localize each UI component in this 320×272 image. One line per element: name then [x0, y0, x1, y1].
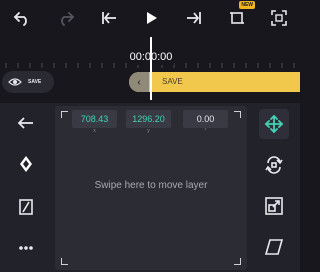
swipe-hint-text: Swipe here to move layer	[94, 180, 208, 191]
rotate-tool-button[interactable]	[259, 150, 289, 180]
layer-track-label: SAVE	[162, 77, 183, 86]
fullscreen-icon	[271, 10, 287, 26]
skew-tool-button[interactable]	[259, 232, 289, 262]
skew-icon	[264, 239, 284, 255]
right-tool-column	[250, 103, 300, 272]
play-icon	[147, 12, 157, 24]
more-icon	[19, 246, 33, 250]
visibility-label: SAVE	[28, 79, 42, 85]
scale-tool-button[interactable]	[259, 191, 289, 221]
move-tool-button[interactable]	[259, 109, 289, 139]
skip-back-button[interactable]	[95, 4, 123, 32]
position-y-field[interactable]: 1296.20	[126, 110, 171, 128]
more-options-button[interactable]	[12, 234, 40, 262]
top-toolbar: NEW	[0, 0, 300, 36]
playhead[interactable]	[150, 37, 152, 100]
move-icon	[264, 114, 284, 134]
skip-forward-icon	[187, 12, 201, 24]
undo-button[interactable]	[8, 4, 36, 32]
rotation-field[interactable]: 0.00	[183, 110, 228, 128]
crop-button[interactable]	[12, 193, 40, 221]
back-button[interactable]	[12, 109, 40, 137]
visibility-toggle[interactable]: SAVE	[2, 71, 54, 93]
keyframe-toggle-button[interactable]	[12, 150, 40, 178]
layer-track[interactable]	[129, 72, 300, 92]
skip-back-icon	[102, 12, 116, 24]
undo-icon	[13, 12, 27, 26]
corner-mark	[234, 258, 241, 265]
corner-mark	[61, 258, 68, 265]
rotation-caption: °	[204, 128, 207, 134]
rotate-icon	[265, 156, 283, 174]
corner-mark	[234, 111, 241, 118]
eye-icon	[8, 78, 22, 86]
position-y-caption: y	[147, 128, 150, 134]
fullscreen-button[interactable]	[265, 4, 293, 32]
scale-icon	[265, 197, 283, 215]
diamond-keyframe-icon	[20, 156, 32, 172]
skip-forward-button[interactable]	[180, 4, 208, 32]
keyframe-button[interactable]: NEW	[223, 1, 255, 32]
new-badge: NEW	[239, 1, 255, 9]
play-button[interactable]	[137, 4, 165, 32]
position-x-field[interactable]: 708.43	[72, 110, 117, 128]
redo-button[interactable]	[52, 4, 80, 32]
crop-icon	[19, 199, 33, 215]
corner-mark	[61, 111, 68, 118]
back-arrow-icon	[17, 117, 33, 129]
position-x-caption: x	[93, 128, 96, 134]
left-tool-column	[0, 103, 52, 272]
track-trim-handle[interactable]: ‹	[129, 72, 149, 92]
keyframe-icon	[230, 12, 244, 24]
redo-icon	[61, 12, 75, 26]
chevron-left-icon: ‹	[137, 76, 141, 88]
layer-editor-screen: NEW 00:00:00 SAVE ‹ S	[0, 0, 300, 272]
